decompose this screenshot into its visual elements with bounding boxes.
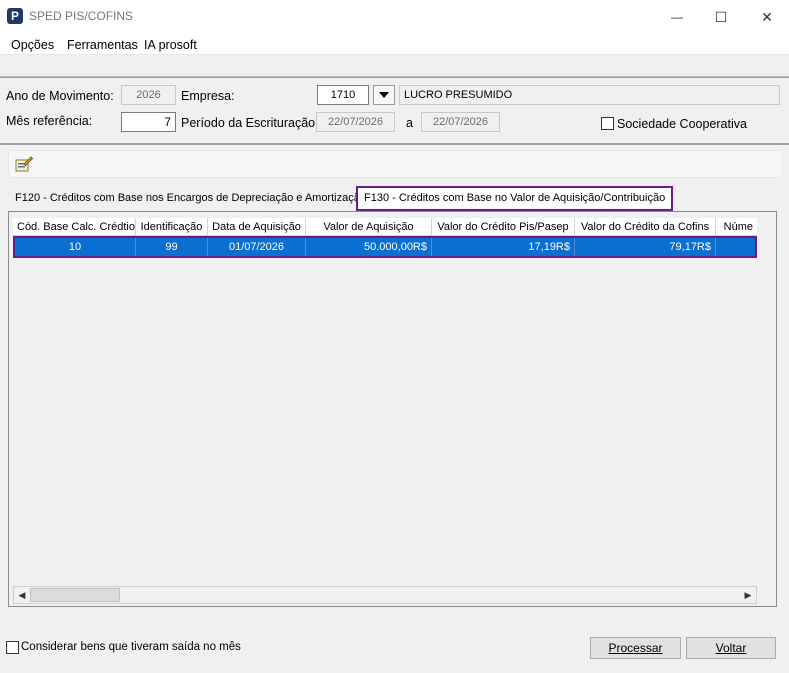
table-cell: 01/07/2026 — [208, 238, 306, 256]
table-cell: 17,19R$ — [432, 238, 575, 256]
scrollbar-thumb[interactable] — [30, 588, 120, 602]
scroll-left-icon[interactable]: ◀ — [14, 587, 30, 603]
grid-header: Cód. Base Calc. Crédtio Identificação Da… — [13, 218, 757, 236]
column-header[interactable]: Cód. Base Calc. Crédtio — [13, 218, 136, 236]
mes-field[interactable]: 7 — [121, 112, 176, 132]
mes-label: Mês referência: — [6, 114, 93, 128]
periodo-sep: a — [406, 116, 413, 130]
separator-band — [0, 55, 789, 77]
empresa-field[interactable]: 1710 — [317, 85, 369, 105]
empresa-regime-field: LUCRO PRESUMIDO — [399, 85, 780, 105]
column-header[interactable]: Valor do Crédito Pis/Pasep — [432, 218, 575, 236]
column-header[interactable]: Valor de Aquisição — [306, 218, 432, 236]
close-button[interactable]: ✕ — [744, 4, 789, 30]
horizontal-scrollbar[interactable]: ◀ ▶ — [13, 586, 757, 604]
minimize-icon: — — [671, 10, 683, 24]
cooperativa-label: Sociedade Cooperativa — [617, 117, 747, 131]
minimize-button[interactable]: — — [654, 4, 700, 30]
table-cell: 50.000,00R$ — [306, 238, 432, 256]
menu-ferramentas[interactable]: Ferramentas — [67, 38, 138, 52]
voltar-button[interactable]: Voltar — [686, 637, 776, 659]
column-header[interactable]: Identificação — [136, 218, 208, 236]
ano-field: 2026 — [121, 85, 176, 105]
chevron-down-icon — [379, 92, 389, 98]
table-row[interactable]: 10 99 01/07/2026 50.000,00R$ 17,19R$ 79,… — [13, 236, 757, 258]
column-header[interactable]: Núme — [716, 218, 757, 236]
tab-f130[interactable]: F130 - Créditos com Base no Valor de Aqu… — [356, 186, 674, 211]
column-header[interactable]: Valor do Crédito da Cofins — [575, 218, 716, 236]
column-header[interactable]: Data de Aquisição — [208, 218, 306, 236]
maximize-icon: ☐ — [714, 8, 728, 25]
periodo-label: Período da Escrituração: — [181, 116, 319, 130]
table-cell: 10 — [15, 238, 136, 256]
voltar-label: Voltar — [715, 641, 747, 655]
considerar-checkbox[interactable] — [6, 641, 19, 654]
maximize-button[interactable]: ☐ — [698, 4, 744, 30]
grid-container — [8, 211, 777, 607]
processar-label: Processar — [608, 641, 663, 655]
menu-opcoes[interactable]: Opções — [11, 38, 54, 52]
table-cell: 99 — [136, 238, 208, 256]
table-cell — [716, 238, 755, 256]
tab-f120[interactable]: F120 - Créditos com Base nos Encargos de… — [9, 188, 372, 210]
periodo-inicio-field: 22/07/2026 — [316, 112, 395, 132]
window-title: SPED PIS/COFINS — [29, 9, 134, 23]
edit-properties-icon[interactable] — [15, 156, 34, 172]
periodo-fim-field: 22/07/2026 — [421, 112, 500, 132]
sped-app-icon: P — [7, 8, 23, 24]
cooperativa-checkbox[interactable] — [601, 117, 614, 130]
ano-label: Ano de Movimento: — [6, 89, 114, 103]
menu-ia-prosoft[interactable]: IA prosoft — [144, 38, 197, 52]
scroll-right-icon[interactable]: ▶ — [740, 587, 756, 603]
empresa-dropdown-button[interactable] — [373, 85, 395, 105]
table-cell: 79,17R$ — [575, 238, 716, 256]
considerar-label: Considerar bens que tiveram saída no mês — [21, 641, 241, 653]
toolbar — [8, 150, 783, 178]
processar-button[interactable]: Processar — [590, 637, 681, 659]
close-icon: ✕ — [761, 8, 773, 25]
empresa-label: Empresa: — [181, 89, 235, 103]
